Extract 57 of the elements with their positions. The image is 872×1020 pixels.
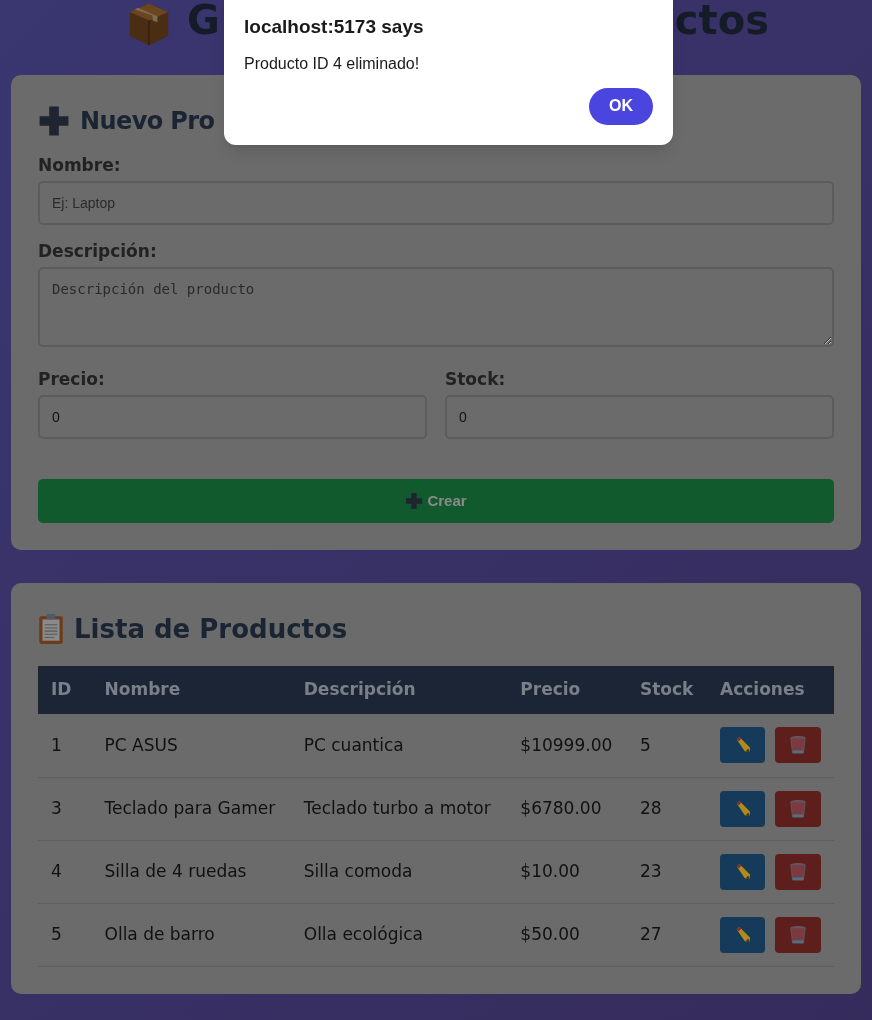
plus-icon — [405, 492, 424, 510]
table-cell: Olla de barro — [91, 903, 291, 966]
create-button[interactable]: Crear — [38, 479, 834, 523]
field-label: Nombre: — [38, 154, 122, 177]
ok-button[interactable]: OK — [589, 87, 653, 125]
trash-icon — [789, 924, 807, 945]
page-title: G — [187, 0, 220, 40]
table-cell: Silla comoda — [290, 840, 508, 903]
delete-button[interactable] — [775, 916, 821, 953]
column-header: Nombre — [91, 666, 291, 714]
delete-button[interactable] — [775, 790, 821, 827]
trash-icon — [789, 861, 807, 882]
column-header: ID — [38, 666, 92, 714]
table-cell: 23 — [626, 840, 707, 903]
table-cell: PC cuantica — [290, 714, 508, 777]
field-label: Precio: — [38, 368, 106, 391]
description-field[interactable]: Descripción del producto — [38, 267, 834, 347]
alert-message: Producto ID 4 eliminado! — [244, 53, 421, 74]
table-cell: 27 — [626, 903, 707, 966]
clipboard-icon — [38, 613, 64, 645]
number-field[interactable]: 0 — [445, 395, 834, 439]
table-cell: 5 — [626, 714, 707, 777]
column-header: Acciones — [707, 666, 834, 714]
trash-icon — [789, 735, 807, 756]
table-cell: 28 — [626, 777, 707, 840]
column-header: Descripción — [290, 666, 508, 714]
table-cell: $50.00 — [507, 903, 627, 966]
field-label: Stock: — [445, 368, 507, 391]
column-header: Stock — [626, 666, 707, 714]
column-header: Precio — [507, 666, 627, 714]
table-cell: Silla de 4 ruedas — [91, 840, 291, 903]
edit-button[interactable] — [720, 727, 765, 764]
table-cell: 5 — [38, 903, 92, 966]
table-cell: Teclado para Gamer — [91, 777, 291, 840]
field-label: Descripción: — [38, 240, 158, 263]
form-heading: Nuevo Pro — [80, 106, 215, 137]
page-title: ctos — [674, 0, 769, 40]
table-cell: $10999.00 — [507, 714, 627, 777]
table-cell: $10.00 — [507, 840, 627, 903]
trash-icon — [789, 798, 807, 819]
table-cell: Teclado turbo a motor — [290, 777, 508, 840]
name-field[interactable]: Ej: Laptop — [38, 181, 834, 225]
edit-button[interactable] — [720, 916, 765, 953]
list-heading: Lista de Productos — [74, 612, 348, 646]
table-cell: PC ASUS — [91, 714, 291, 777]
table-cell: 4 — [38, 840, 92, 903]
alert-title: localhost:5173 says — [244, 15, 425, 39]
delete-button[interactable] — [775, 727, 821, 764]
edit-button[interactable] — [720, 853, 765, 890]
table-cell: $6780.00 — [507, 777, 627, 840]
delete-button[interactable] — [775, 853, 821, 890]
edit-button[interactable] — [720, 790, 765, 827]
table-cell: 1 — [38, 714, 92, 777]
plus-icon — [38, 105, 70, 137]
number-field[interactable]: 0 — [38, 395, 427, 439]
table-cell: Olla ecológica — [290, 903, 508, 966]
table-cell: 3 — [38, 777, 92, 840]
